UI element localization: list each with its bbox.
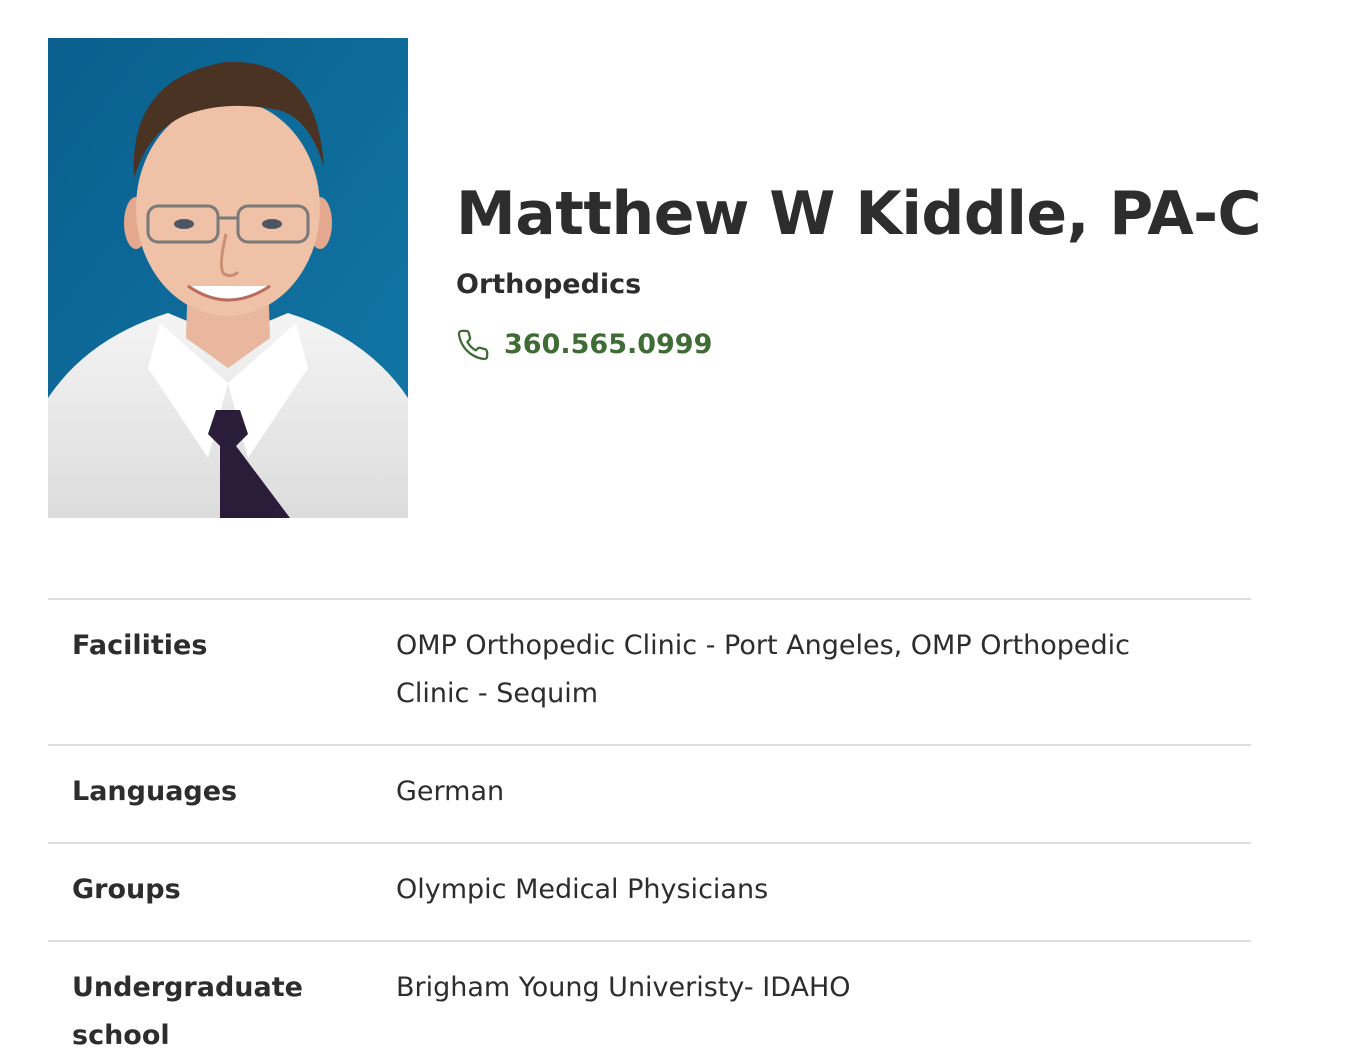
provider-specialty: Orthopedics bbox=[456, 269, 642, 300]
details-value: German bbox=[396, 776, 505, 807]
details-row-facilities: Facilities OMP Orthopedic Clinic - Port … bbox=[48, 600, 1251, 746]
provider-name: Matthew W Kiddle, PA-C bbox=[456, 179, 1262, 249]
details-label: Facilities bbox=[72, 630, 208, 661]
profile-header: Matthew W Kiddle, PA-C Orthopedics 360.5… bbox=[456, 176, 1262, 362]
details-label: Groups bbox=[72, 874, 181, 905]
provider-photo bbox=[48, 38, 408, 518]
provider-profile-page: Matthew W Kiddle, PA-C Orthopedics 360.5… bbox=[0, 0, 1362, 1064]
details-row-languages: Languages German bbox=[48, 746, 1251, 844]
details-value: Olympic Medical Physicians bbox=[396, 874, 769, 905]
phone-link[interactable]: 360.565.0999 bbox=[456, 328, 1261, 362]
phone-icon bbox=[456, 328, 490, 362]
details-label: Undergraduate school bbox=[72, 972, 303, 1051]
details-row-undergraduate-school: Undergraduate school Brigham Young Unive… bbox=[48, 942, 1251, 1064]
details-row-groups: Groups Olympic Medical Physicians bbox=[48, 844, 1251, 942]
details-value: Brigham Young Univeristy- IDAHO bbox=[396, 972, 851, 1003]
provider-details-table: Facilities OMP Orthopedic Clinic - Port … bbox=[48, 598, 1251, 1064]
details-value: OMP Orthopedic Clinic - Port Angeles, OM… bbox=[396, 630, 1131, 709]
phone-number: 360.565.0999 bbox=[504, 329, 713, 360]
details-label: Languages bbox=[72, 776, 238, 807]
